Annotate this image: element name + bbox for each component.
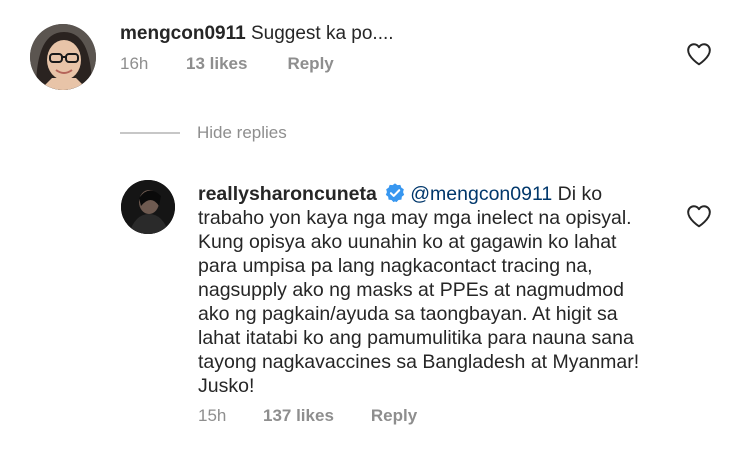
hide-replies-label: Hide replies <box>197 123 287 142</box>
avatar-photo-icon <box>30 24 96 90</box>
reply-text-line: Jusko! <box>198 375 255 397</box>
reply-mention-link[interactable]: @mengcon0911 <box>410 183 552 205</box>
reply-meta: 15h 137 likes Reply <box>198 406 417 426</box>
comment-likes-count[interactable]: 13 likes <box>186 54 247 74</box>
hide-replies-button[interactable]: Hide replies <box>120 123 287 143</box>
reply-text-line: lahat itatabi ko ang pamumulitika para n… <box>198 327 634 349</box>
comment-body: mengcon0911 Suggest ka po.... <box>120 22 394 45</box>
replies-divider-line <box>120 132 180 134</box>
comment-meta: 16h 13 likes Reply <box>120 54 334 74</box>
heart-icon[interactable] <box>686 204 712 228</box>
comment-item: mengcon0911 Suggest ka po.... 16h 13 lik… <box>0 0 750 110</box>
reply-text-line: Kung opisya ako uunahin ko at gagawin ko… <box>198 231 617 253</box>
reply-body: reallysharoncuneta @mengcon0911 Di ko tr… <box>198 182 698 398</box>
reply-text-line: tayong nagkavaccines sa Bangladesh at My… <box>198 351 640 373</box>
reply-avatar[interactable] <box>121 180 175 234</box>
reply-text-line: ako ng pagkain/ayuda sa taongbayan. At h… <box>198 303 618 325</box>
comment-timestamp: 16h <box>120 54 149 73</box>
reply-likes-count[interactable]: 137 likes <box>263 406 334 426</box>
verified-badge-icon <box>384 182 406 204</box>
reply-item: reallysharoncuneta @mengcon0911 Di ko tr… <box>0 170 750 449</box>
avatar[interactable] <box>30 24 96 90</box>
comment-text: Suggest ka po.... <box>250 23 394 44</box>
heart-icon[interactable] <box>686 42 712 66</box>
reply-first-line: reallysharoncuneta @mengcon0911 Di ko <box>198 182 698 206</box>
comment-reply-button[interactable]: Reply <box>287 54 333 74</box>
reply-timestamp: 15h <box>198 406 227 425</box>
reply-text-line: para umpisa pa lang nagkacontact tracing… <box>198 255 593 277</box>
reply-avatar-photo-icon <box>121 180 175 234</box>
reply-text-line: nagsupply ako ng masks at PPEs at nagmud… <box>198 279 624 301</box>
reply-text-line: trabaho yon kaya nga may mga inelect na … <box>198 207 632 229</box>
reply-reply-button[interactable]: Reply <box>371 406 417 426</box>
comment-username[interactable]: mengcon0911 <box>120 23 246 44</box>
reply-text-line: Di ko <box>552 183 603 205</box>
reply-username[interactable]: reallysharoncuneta <box>198 183 377 205</box>
